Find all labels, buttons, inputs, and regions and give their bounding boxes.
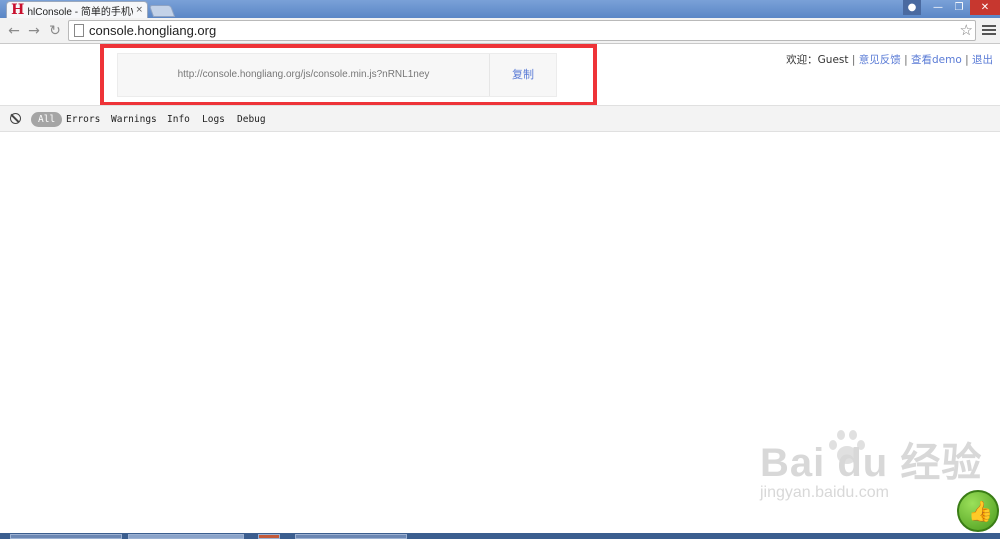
favicon-icon: H	[11, 2, 25, 18]
reload-icon[interactable]: ↻	[46, 22, 64, 40]
minimize-button[interactable]: —	[928, 0, 948, 15]
watermark-brand: Bai du 经验	[760, 441, 983, 485]
address-url[interactable]: console.hongliang.org	[89, 22, 216, 40]
separator: |	[965, 54, 969, 66]
new-tab-button[interactable]	[148, 5, 176, 17]
filter-warnings[interactable]: Warnings	[111, 112, 157, 127]
user-profile-icon[interactable]: ●	[903, 0, 921, 15]
clear-console-icon[interactable]	[10, 113, 21, 124]
taskbar-item[interactable]	[258, 534, 280, 539]
taskbar-item[interactable]	[10, 534, 122, 539]
tab-close-icon[interactable]: ×	[135, 5, 143, 15]
baidu-watermark: Bai du 经验 jingyan.baidu.com	[760, 430, 982, 502]
filter-debug[interactable]: Debug	[237, 112, 266, 127]
taskbar-item[interactable]	[295, 534, 407, 539]
back-icon[interactable]: ←	[5, 22, 23, 40]
highlight-frame	[100, 44, 597, 106]
restore-button[interactable]: ❐	[950, 0, 968, 15]
filter-all[interactable]: All	[31, 112, 63, 127]
bookmark-star-icon[interactable]: ☆	[960, 21, 973, 39]
feedback-link[interactable]: 意见反馈	[859, 54, 901, 66]
browser-titlebar: H hlConsole - 简单的手机Web调试 × ● — ❐ ✕	[0, 0, 1000, 18]
demo-link[interactable]: 查看demo	[911, 54, 962, 66]
filter-errors[interactable]: Errors	[66, 112, 100, 127]
user-bar: 欢迎：Guest | 意见反馈 | 查看demo | 退出	[786, 52, 993, 67]
filter-logs[interactable]: Logs	[202, 112, 225, 127]
logout-link[interactable]: 退出	[972, 54, 993, 66]
close-window-button[interactable]: ✕	[970, 0, 1000, 15]
thumbs-up-icon[interactable]	[957, 490, 999, 532]
page-icon	[74, 24, 84, 37]
windows-taskbar	[0, 533, 1000, 539]
welcome-text: 欢迎：Guest	[786, 54, 849, 66]
separator: |	[904, 54, 908, 66]
menu-icon[interactable]	[982, 23, 996, 39]
separator: |	[851, 54, 856, 66]
filter-info[interactable]: Info	[167, 112, 190, 127]
taskbar-item[interactable]	[128, 534, 244, 539]
forward-icon[interactable]: →	[25, 22, 43, 40]
tab-title: hlConsole - 简单的手机Web调试	[27, 6, 133, 18]
browser-tab[interactable]: H hlConsole - 简单的手机Web调试 ×	[6, 1, 148, 18]
browser-toolbar: ← → ↻ console.hongliang.org ☆	[0, 18, 1000, 44]
console-filter-bar: All Errors Warnings Info Logs Debug	[0, 105, 1000, 132]
address-bar[interactable]: console.hongliang.org ☆	[68, 20, 976, 41]
